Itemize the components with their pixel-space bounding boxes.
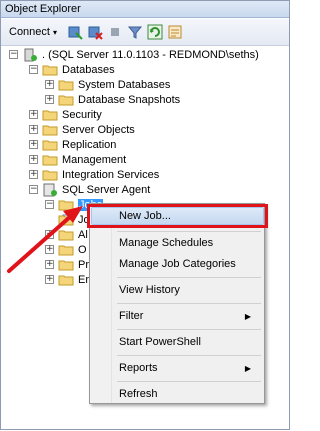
menu-item-filter[interactable]: Filter ▶: [89, 306, 263, 326]
menu-separator: [117, 303, 261, 304]
expand-icon[interactable]: +: [29, 170, 38, 179]
folder-icon: [42, 155, 58, 165]
folder-icon: [58, 80, 74, 90]
expand-icon[interactable]: +: [45, 260, 54, 269]
tree-label: Integration Services: [62, 168, 160, 181]
tree-label: System Databases: [78, 78, 171, 91]
tree-node-server[interactable]: − . (SQL Server 11.0.1103 - REDMOND\seth…: [9, 47, 259, 62]
highlight-box: [87, 204, 268, 228]
tree-label: Management: [62, 153, 127, 166]
tree-label: Databases: [62, 63, 115, 76]
tree-label: O: [78, 243, 87, 256]
chevron-down-icon: ▾: [52, 27, 57, 37]
connect-label: Connect: [9, 26, 50, 38]
server-label: . (SQL Server 11.0.1103 - REDMOND\seths): [42, 48, 259, 61]
expand-icon[interactable]: +: [29, 125, 38, 134]
menu-item-manage-job-categories[interactable]: Manage Job Categories: [89, 254, 263, 274]
menu-item-label: Refresh: [119, 388, 158, 400]
menu-item-manage-schedules[interactable]: Manage Schedules: [89, 233, 263, 253]
tree-node-management[interactable]: + Management: [29, 152, 126, 167]
submenu-arrow-icon: ▶: [244, 311, 251, 321]
folder-icon: [58, 275, 74, 285]
menu-item-label: Start PowerShell: [119, 336, 201, 348]
menu-item-label: Manage Job Categories: [119, 258, 236, 270]
folder-icon: [58, 245, 74, 255]
tree-node-security[interactable]: + Security: [29, 107, 102, 122]
folder-icon: [42, 65, 58, 75]
filter-icon[interactable]: [126, 24, 143, 41]
tree-node-integration-services[interactable]: + Integration Services: [29, 167, 159, 182]
collapse-icon[interactable]: −: [29, 65, 38, 74]
agent-icon: [43, 183, 57, 196]
tree-label: Security: [62, 108, 102, 121]
disconnect-icon[interactable]: [86, 24, 103, 41]
tree-node-database-snapshots[interactable]: + Database Snapshots: [45, 92, 180, 107]
toolbar: Connect ▾: [1, 19, 289, 46]
connect-button[interactable]: Connect ▾: [6, 24, 60, 40]
tree-node-databases[interactable]: − Databases: [29, 62, 115, 77]
tree-node-jobs-partial[interactable]: + Jo: [45, 212, 90, 227]
expand-icon[interactable]: +: [29, 140, 38, 149]
tree-label: Replication: [62, 138, 117, 151]
menu-separator: [117, 355, 261, 356]
tree-label: Server Objects: [62, 123, 135, 136]
folder-icon: [42, 125, 58, 135]
stop-icon[interactable]: [106, 24, 123, 41]
tree-node-alerts-partial[interactable]: + Al: [45, 227, 88, 242]
expand-icon[interactable]: +: [29, 155, 38, 164]
expand-icon[interactable]: +: [45, 80, 54, 89]
refresh-icon[interactable]: [146, 24, 163, 41]
tree-node-server-objects[interactable]: + Server Objects: [29, 122, 135, 137]
menu-item-view-history[interactable]: View History: [89, 280, 263, 300]
tree-node-proxies-partial[interactable]: + Pr: [45, 257, 89, 272]
server-icon: [24, 48, 37, 61]
menu-item-start-powershell[interactable]: Start PowerShell: [89, 332, 263, 352]
menu-separator: [117, 277, 261, 278]
expand-icon[interactable]: +: [45, 95, 54, 104]
expand-icon[interactable]: +: [29, 110, 38, 119]
expand-icon[interactable]: +: [45, 245, 54, 254]
collapse-icon[interactable]: −: [9, 50, 18, 59]
tree-node-error-logs-partial[interactable]: + Er: [45, 272, 89, 287]
submenu-arrow-icon: ▶: [244, 363, 251, 373]
menu-separator: [117, 231, 261, 232]
folder-icon: [42, 140, 58, 150]
folder-icon: [42, 170, 58, 180]
collapse-icon[interactable]: −: [45, 200, 54, 209]
connect-icon[interactable]: [66, 24, 83, 41]
tree-node-operators-partial[interactable]: + O: [45, 242, 87, 257]
folder-icon: [58, 95, 74, 105]
tree-label: Al: [78, 228, 88, 241]
collapse-icon[interactable]: −: [29, 185, 38, 194]
expand-icon[interactable]: +: [45, 230, 54, 239]
menu-item-label: Filter: [119, 310, 144, 322]
folder-icon: [58, 215, 74, 225]
menu-item-refresh[interactable]: Refresh: [89, 384, 263, 404]
menu-item-label: View History: [119, 284, 180, 296]
menu-separator: [117, 329, 261, 330]
folder-icon: [58, 200, 74, 210]
tree-node-system-databases[interactable]: + System Databases: [45, 77, 170, 92]
window-title: Object Explorer: [1, 1, 289, 18]
menu-item-reports[interactable]: Reports ▶: [89, 358, 263, 378]
object-explorer-window: Object Explorer Connect ▾ − . (SQL Serve…: [0, 0, 290, 430]
tree-node-sql-server-agent[interactable]: − SQL Server Agent: [29, 182, 150, 197]
tree-label: Er: [78, 273, 89, 286]
tree-label: SQL Server Agent: [62, 183, 151, 196]
menu-item-label: Reports: [119, 362, 158, 374]
menu-item-label: Manage Schedules: [119, 237, 214, 249]
tree-label: Database Snapshots: [78, 93, 181, 106]
folder-icon: [58, 230, 74, 240]
folder-icon: [42, 110, 58, 120]
expand-icon[interactable]: +: [45, 275, 54, 284]
folder-icon: [58, 260, 74, 270]
tree-node-replication[interactable]: + Replication: [29, 137, 116, 152]
properties-icon[interactable]: [166, 24, 183, 41]
tree-label: Pr: [78, 258, 89, 271]
menu-separator: [117, 381, 261, 382]
